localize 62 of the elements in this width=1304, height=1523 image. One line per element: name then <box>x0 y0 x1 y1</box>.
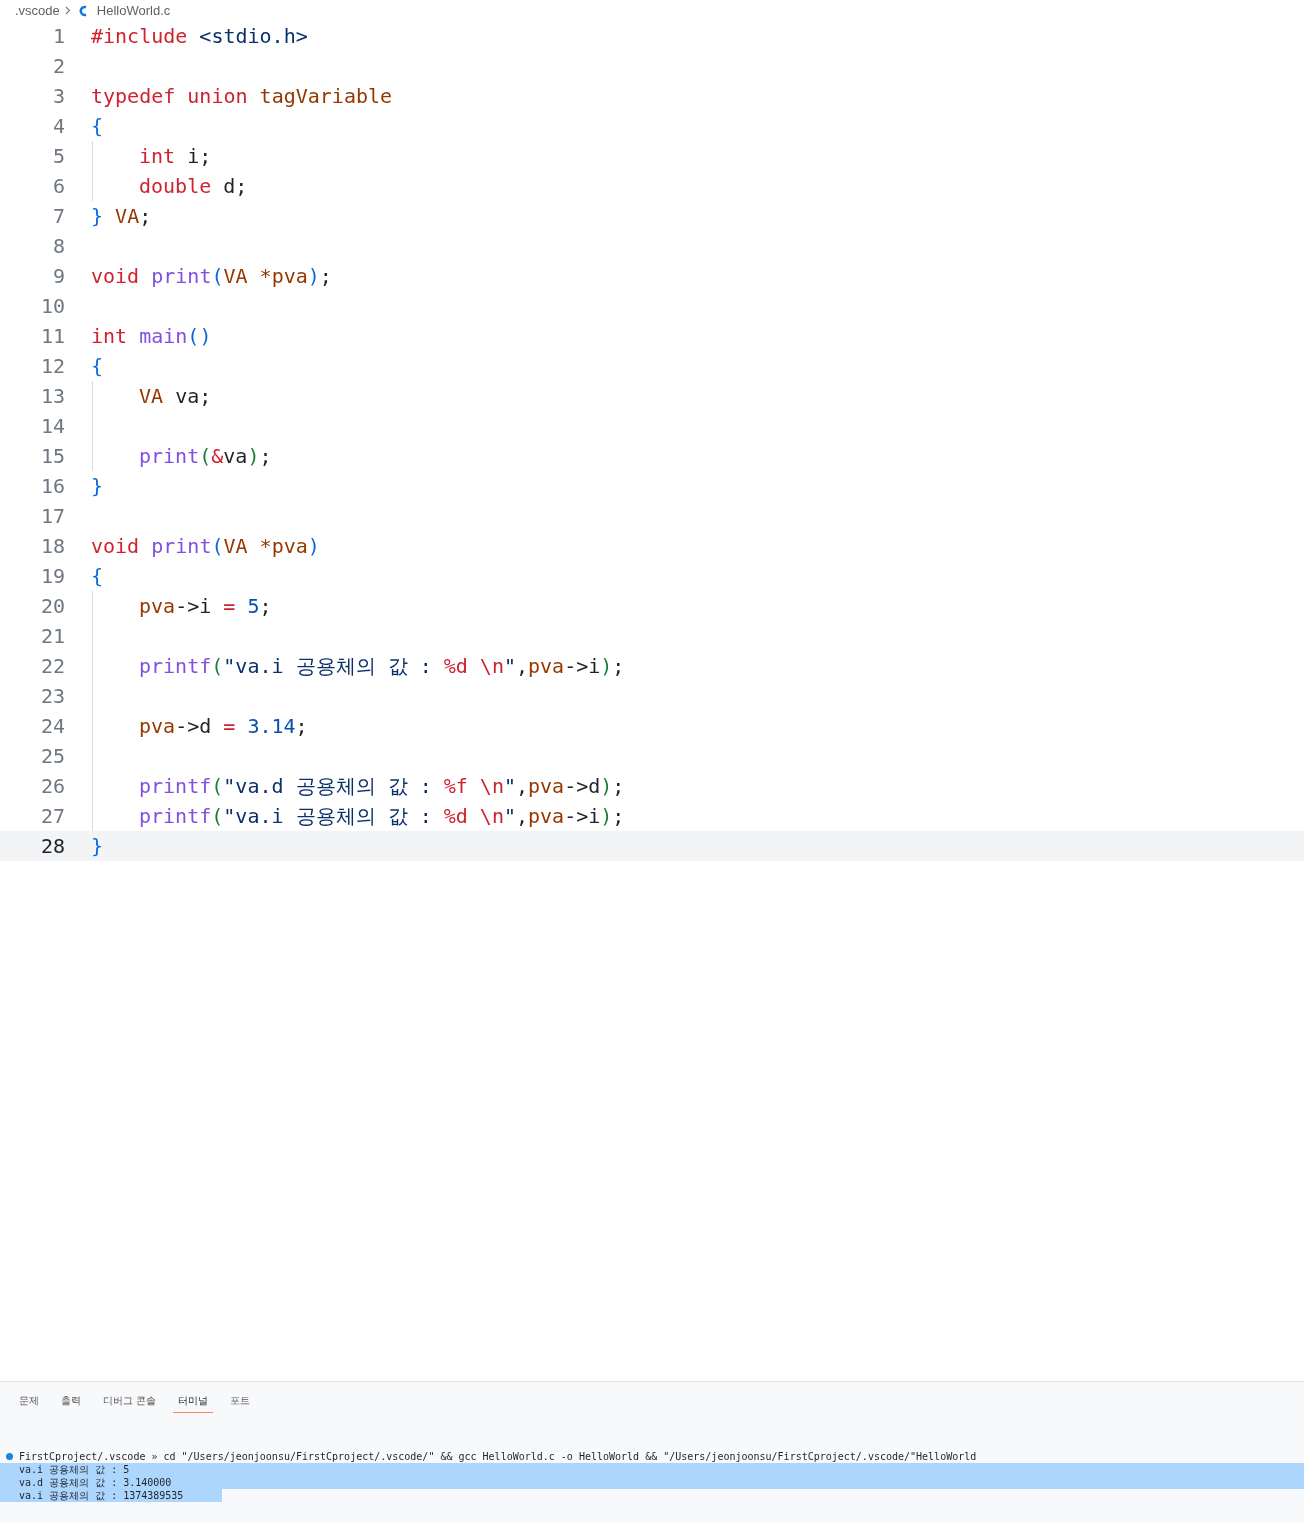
chevron-right-icon <box>64 6 71 15</box>
terminal-output-line: va.i 공용체의 값 : 1374389535 <box>19 1490 184 1501</box>
line-number: 26 <box>39 774 65 798</box>
line-number: 25 <box>39 744 65 768</box>
status-dot-icon <box>6 1453 13 1460</box>
line-number: 16 <box>39 474 65 498</box>
code-line: print(&va); <box>139 443 272 470</box>
line-number: 23 <box>39 684 65 708</box>
line-number: 21 <box>39 624 65 648</box>
line-number: 24 <box>39 714 65 738</box>
line-number: 1 <box>51 24 65 48</box>
panel-tab[interactable]: 디버그 콘솔 <box>98 1391 162 1413</box>
panel-tab[interactable]: 출력 <box>56 1391 86 1413</box>
code-line: } VA; <box>91 203 152 230</box>
line-number: 27 <box>39 804 65 828</box>
code-line: void print(VA *pva); <box>91 263 332 290</box>
line-number: 13 <box>39 384 65 408</box>
code-line: double d; <box>139 173 248 200</box>
code-line: printf("va.d 공용체의 값 : %f \n",pva->d); <box>139 773 625 800</box>
code-line: { <box>91 353 104 380</box>
line-number: 15 <box>39 444 65 468</box>
code-line: int i; <box>139 143 212 170</box>
code-line: { <box>91 563 104 590</box>
line-number: 12 <box>39 354 65 378</box>
c-file-icon <box>77 4 87 17</box>
code-line: #include <stdio.h> <box>91 23 308 50</box>
line-number: 8 <box>51 234 65 258</box>
line-number: 7 <box>51 204 65 228</box>
line-number: 17 <box>39 504 65 528</box>
line-number: 3 <box>51 84 65 108</box>
line-number: 5 <box>51 144 65 168</box>
line-number: 28 <box>39 834 65 858</box>
code-line: printf("va.i 공용체의 값 : %d \n",pva->i); <box>139 653 625 680</box>
terminal-output-line: va.d 공용체의 값 : 3.140000 <box>19 1477 172 1488</box>
code-line: } <box>91 473 104 500</box>
panel-tab[interactable]: 터미널 <box>173 1391 214 1413</box>
code-line: int main() <box>91 323 212 350</box>
code-line: } <box>91 833 104 860</box>
line-number: 11 <box>39 324 65 348</box>
code-line: pva->i = 5; <box>139 593 272 620</box>
code-line: VA va; <box>139 383 212 410</box>
code-line: pva->d = 3.14; <box>139 713 308 740</box>
terminal-command: FirstCproject/.vscode » cd "/Users/jeonjoonsu/FirstCproject/.vscode/" && gcc HelloWorld.c -o HelloWorld && "/Users/jeonjoonsu/FirstCproject/.vscode/"HelloWorld <box>19 1450 977 1463</box>
line-number: 10 <box>39 294 65 318</box>
code-line: printf("va.i 공용체의 값 : %d \n",pva->i); <box>139 803 625 830</box>
line-number: 19 <box>39 564 65 588</box>
line-number: 14 <box>39 414 65 438</box>
line-number: 20 <box>39 594 65 618</box>
code-line: { <box>91 113 104 140</box>
line-number: 4 <box>51 114 65 138</box>
breadcrumb-file[interactable]: HelloWorld.c <box>96 3 171 18</box>
line-number: 6 <box>51 174 65 198</box>
panel-tab[interactable]: 포트 <box>225 1391 256 1413</box>
terminal-output-line: va.i 공용체의 값 : 5 <box>19 1464 130 1475</box>
line-number: 22 <box>39 654 65 678</box>
breadcrumb-folder[interactable]: .vscode <box>15 3 60 18</box>
code-line: typedef union tagVariable <box>91 83 393 110</box>
line-number: 9 <box>51 264 65 288</box>
line-number: 18 <box>39 534 65 558</box>
code-line: void print(VA *pva) <box>91 533 320 560</box>
line-number: 2 <box>51 54 65 78</box>
panel-tab[interactable]: 문제 <box>14 1391 44 1413</box>
